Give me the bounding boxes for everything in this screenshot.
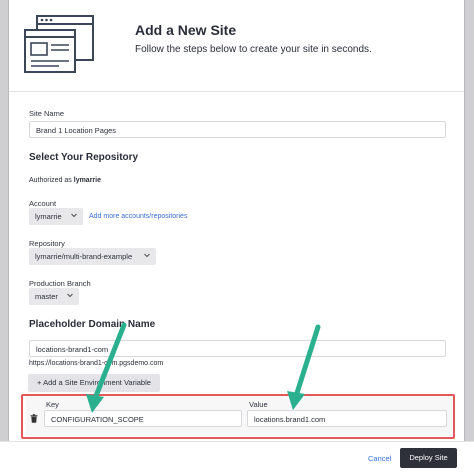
- repository-label: Repository: [29, 239, 65, 248]
- chevron-down-icon: [71, 213, 77, 218]
- modal-header: Add a New Site Follow the steps below to…: [9, 0, 464, 92]
- authorized-as-text: Authorized as lymarrie: [29, 177, 101, 184]
- branch-select-value: master: [35, 292, 58, 301]
- branch-select[interactable]: master: [29, 288, 79, 305]
- branch-label: Production Branch: [29, 279, 91, 288]
- browser-window-illustration-icon: [24, 15, 94, 73]
- chevron-down-icon: [67, 293, 73, 298]
- site-name-label: Site Name: [29, 109, 65, 118]
- annotation-highlight-box: [21, 394, 455, 439]
- account-select-value: lymarrie: [35, 212, 62, 221]
- repository-section-title: Select Your Repository: [29, 152, 139, 163]
- authorized-user: lymarrie: [73, 177, 101, 184]
- chevron-down-icon: [144, 253, 150, 258]
- account-select[interactable]: lymarrie: [29, 208, 83, 225]
- account-label: Account: [29, 199, 57, 208]
- add-env-variable-button[interactable]: + Add a Site Environment Variable: [28, 374, 160, 392]
- site-name-input[interactable]: Brand 1 Location Pages: [29, 121, 446, 138]
- domain-input[interactable]: locations-brand1-com: [29, 340, 446, 357]
- domain-url-preview: https://locations-brand1-com.pgsdemo.com: [29, 360, 164, 367]
- modal-subtitle: Follow the steps below to create your si…: [135, 44, 372, 55]
- modal-title: Add a New Site: [135, 22, 237, 38]
- cancel-button[interactable]: Cancel: [368, 454, 391, 463]
- repository-select[interactable]: lymarrie/multi-brand-example: [29, 248, 156, 265]
- deploy-site-button[interactable]: Deploy Site: [400, 448, 457, 468]
- authorized-prefix: Authorized as: [29, 177, 74, 184]
- add-accounts-link[interactable]: Add more accounts/repositories: [89, 213, 187, 220]
- repository-select-value: lymarrie/multi-brand-example: [35, 252, 133, 261]
- domain-section-title: Placeholder Domain Name: [29, 319, 156, 330]
